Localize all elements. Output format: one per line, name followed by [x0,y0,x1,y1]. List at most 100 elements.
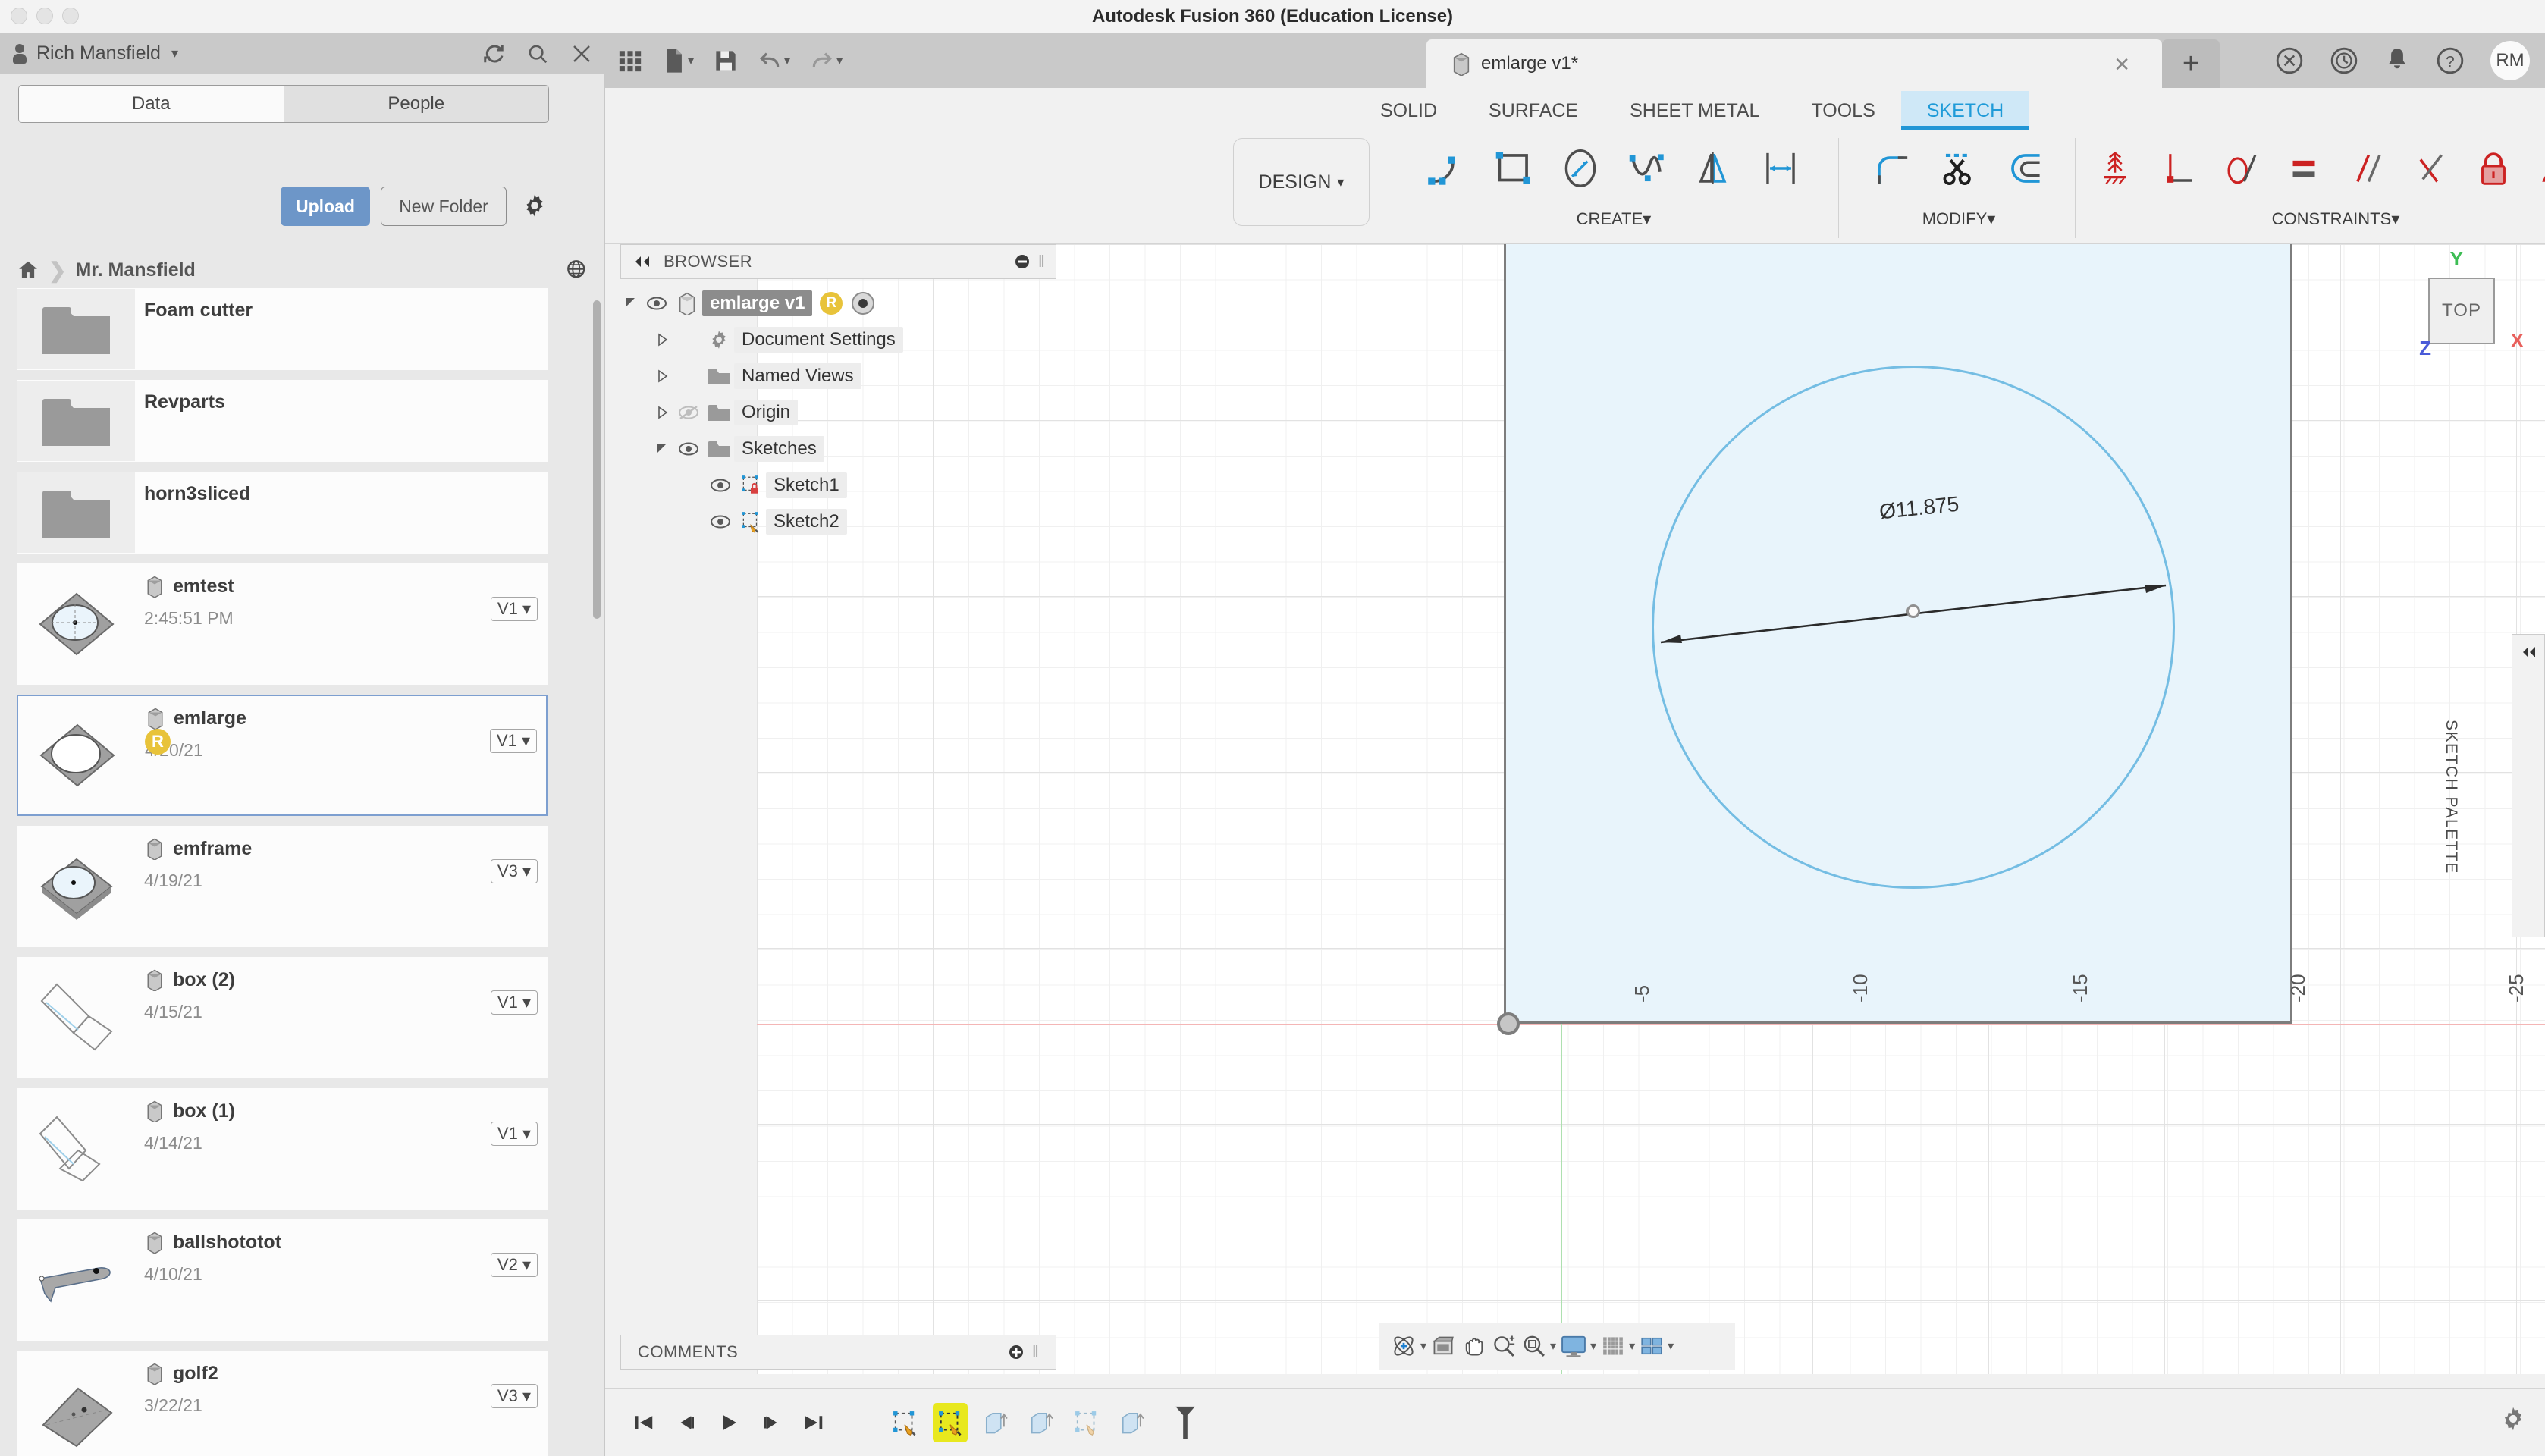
chevron-down-icon[interactable]: ▾ [784,53,790,68]
upload-button[interactable]: Upload [281,187,370,226]
step-back-icon[interactable] [669,1401,704,1445]
list-item[interactable]: ballshototot 4/10/21 V2 ▾ [17,1219,548,1341]
version-dropdown[interactable]: V2 ▾ [490,1253,538,1277]
visibility-eye-icon[interactable] [642,295,672,312]
list-item[interactable]: box (1) 4/14/21 V1 ▾ [17,1088,548,1210]
gear-icon[interactable] [522,193,548,218]
chevron-down-icon[interactable]: ▾ [171,46,178,61]
list-item[interactable]: emframe 4/19/21 V3 ▾ [17,826,548,947]
visibility-eye-icon[interactable] [705,513,736,530]
tab-tools[interactable]: TOOLS [1785,91,1900,130]
chevron-down-icon[interactable]: ▾ [836,53,843,68]
parallel-constraint-icon[interactable] [2338,133,2396,203]
version-dropdown[interactable]: V3 ▾ [490,1384,538,1408]
coincident-constraint-icon[interactable] [2085,133,2144,203]
list-item[interactable]: golf2 3/22/21 V3 ▾ [17,1351,548,1456]
timeline-sketch1[interactable] [887,1403,922,1442]
sketch-palette-tab[interactable]: SKETCH PALETTE [2443,634,2545,937]
minimize-icon[interactable] [1014,253,1031,270]
recent-activity-icon[interactable] [2330,46,2358,75]
sketch-mirror-icon[interactable] [1683,133,1745,203]
chevron-down-icon[interactable]: ▾ [688,53,694,68]
document-tab[interactable]: emlarge v1* ✕ [1426,39,2162,88]
refresh-icon[interactable] [482,42,505,65]
version-dropdown[interactable]: V1 ▾ [490,1122,538,1146]
timeline-end-marker[interactable] [1168,1403,1203,1442]
add-comment-icon[interactable] [1008,1344,1025,1360]
symmetry-constraint-icon[interactable] [2528,133,2545,203]
sketch-rectangle-icon[interactable] [1483,133,1545,203]
chevron-down-icon[interactable]: ▾ [1629,1338,1635,1354]
browser-tree-item[interactable]: Sketch2 [620,504,1056,540]
chevron-down-icon[interactable]: ▾ [1420,1338,1426,1354]
tangent-constraint-icon[interactable] [2212,133,2270,203]
browser-tree-item[interactable]: Document Settings [620,322,1056,358]
new-file-icon[interactable] [663,48,686,74]
sketch-circle-icon[interactable] [1549,133,1611,203]
trim-scissors-icon[interactable] [1928,133,1990,203]
chevron-down-icon[interactable]: ▾ [1668,1338,1674,1354]
tab-solid[interactable]: SOLID [1354,91,1463,130]
visibility-eye-icon[interactable] [673,441,704,457]
job-status-icon[interactable] [2275,46,2304,75]
globe-icon[interactable] [566,259,588,281]
browser-tree-item[interactable]: Named Views [620,358,1056,394]
fix-lock-constraint-icon[interactable] [2465,133,2523,203]
tab-people[interactable]: People [283,86,549,122]
visibility-eye-icon[interactable] [673,404,704,421]
breadcrumb-current[interactable]: Mr. Mansfield [75,259,195,281]
browser-tree[interactable]: emlarge v1 R Document Settings Named Views O… [620,285,1056,540]
step-forward-icon[interactable] [754,1401,789,1445]
list-item[interactable]: Foam cutter [17,288,548,370]
data-panel-scrollbar[interactable] [593,300,601,619]
close-panel-icon[interactable] [570,42,593,65]
sketch-offset-width-icon[interactable] [1749,133,1812,203]
expand-arrow-icon[interactable] [652,333,673,347]
list-item[interactable]: box (2) 4/15/21 V1 ▾ [17,957,548,1078]
ribbon-group-label-modify[interactable]: MODIFY▾ [1849,209,2069,229]
offset-icon[interactable] [1994,133,2057,203]
chevron-down-icon[interactable]: ▾ [1590,1338,1596,1354]
list-item[interactable]: emlarge 4/20/21 R V1 ▾ [17,695,548,816]
diameter-dimension[interactable]: Ø11.875 [1652,487,2175,654]
version-dropdown[interactable]: V1 ▾ [490,597,538,621]
home-icon[interactable] [17,259,39,281]
timeline-sketch3[interactable] [1069,1403,1104,1442]
play-icon[interactable] [711,1401,746,1445]
undo-icon[interactable] [758,49,782,73]
view-cube[interactable]: TOP [2428,278,2495,344]
search-icon[interactable] [526,42,549,65]
visibility-eye-icon[interactable] [705,477,736,494]
collapse-right-icon[interactable] [2521,645,2537,659]
zoom-icon[interactable] [1490,1332,1517,1360]
zoom-window-icon[interactable]: ▾ [1520,1332,1556,1360]
expand-arrow-icon[interactable] [652,369,673,383]
sketch-spline-icon[interactable] [1616,133,1678,203]
timeline-extrude3[interactable] [1115,1403,1150,1442]
tab-surface[interactable]: SURFACE [1463,91,1604,130]
version-dropdown[interactable]: V3 ▾ [490,859,538,883]
grid-snap-icon[interactable]: ▾ [1599,1332,1635,1360]
viewports-icon[interactable]: ▾ [1638,1332,1674,1360]
design-workspace-button[interactable]: DESIGN ▾ [1233,138,1370,226]
pan-icon[interactable] [1460,1332,1487,1360]
close-tab-icon[interactable]: ✕ [2114,53,2130,77]
tab-sketch[interactable]: SKETCH [1900,91,2030,130]
activate-component-radio[interactable] [852,292,875,315]
help-icon[interactable]: ? [2436,46,2465,75]
avatar[interactable]: RM [2490,41,2530,80]
list-item[interactable]: Revparts [17,380,548,462]
orbit-icon[interactable]: ▾ [1389,1332,1426,1360]
expand-arrow-icon[interactable] [620,297,642,310]
comments-header[interactable]: COMMENTS ‖ [620,1335,1056,1370]
look-at-icon[interactable] [1429,1332,1457,1360]
fillet-icon[interactable] [1861,133,1923,203]
tab-sheet-metal[interactable]: SHEET METAL [1604,91,1785,130]
panel-resize-handle[interactable]: ‖ [1038,252,1045,271]
add-tab-button[interactable]: + [2162,39,2220,88]
browser-tree-item[interactable]: emlarge v1 R [620,285,1056,322]
save-icon[interactable] [714,49,738,73]
browser-tree-item[interactable]: Sketch1 [620,467,1056,504]
timeline-extrude2[interactable] [1024,1403,1059,1442]
collapse-left-icon[interactable] [632,255,651,268]
